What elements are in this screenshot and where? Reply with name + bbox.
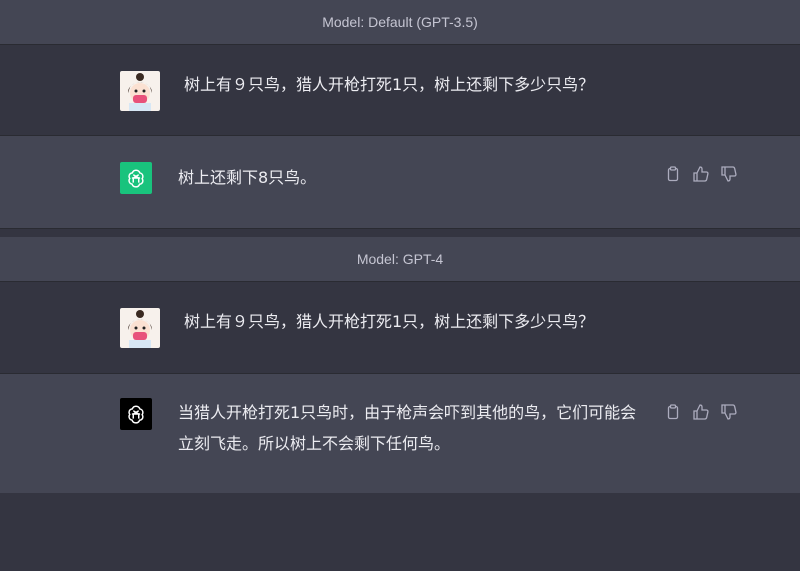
chatgpt-logo-icon [120,162,152,194]
thumbs-down-icon[interactable] [720,403,738,421]
user-message-row: 树上有９只鸟，猎人开枪打死1只，树上还剩下多少只鸟？ [0,45,800,135]
user-avatar [120,308,160,348]
user-avatar [120,71,160,111]
message-actions [664,403,738,421]
thumbs-up-icon[interactable] [692,403,710,421]
model-label-text: Model: Default (GPT-3.5) [322,14,478,30]
assistant-message-line: 立刻飞走。所以树上不会剩下任何鸟。 [178,434,451,453]
message-actions [664,165,738,183]
thumbs-down-icon[interactable] [720,165,738,183]
copy-icon[interactable] [664,165,682,183]
assistant-message-row: 树上还剩下8只鸟。 [0,136,800,228]
chatgpt-logo-icon [120,398,152,430]
user-message-text: 树上有９只鸟，猎人开枪打死1只，树上还剩下多少只鸟？ [184,312,595,331]
model-label-gpt4: Model: GPT-4 [0,237,800,281]
thumbs-up-icon[interactable] [692,165,710,183]
model-label-gpt35: Model: Default (GPT-3.5) [0,0,800,44]
model-label-text: Model: GPT-4 [356,251,444,267]
assistant-message-line: 当猎人开枪打死1只鸟时，由于枪声会吓到其他的鸟，它们可能会 [178,403,637,422]
user-message-text: 树上有９只鸟，猎人开枪打死1只，树上还剩下多少只鸟？ [184,75,595,94]
user-message-row: 树上有９只鸟，猎人开枪打死1只，树上还剩下多少只鸟？ [0,282,800,373]
divider [0,228,800,229]
assistant-message-row: 当猎人开枪打死1只鸟时，由于枪声会吓到其他的鸟，它们可能会 立刻飞走。所以树上不… [0,374,800,493]
assistant-message-text: 树上还剩下8只鸟。 [178,168,317,187]
assistant-message-text: 当猎人开枪打死1只鸟时，由于枪声会吓到其他的鸟，它们可能会 立刻飞走。所以树上不… [178,397,636,459]
copy-icon[interactable] [664,403,682,421]
